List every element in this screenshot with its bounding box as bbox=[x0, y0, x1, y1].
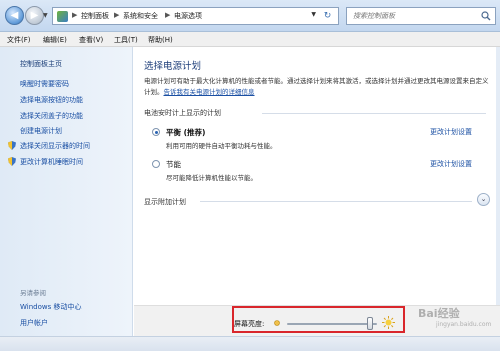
back-button[interactable]: ◀ bbox=[5, 6, 24, 25]
menu-view[interactable]: 查看(V) bbox=[79, 35, 103, 45]
shield-icon bbox=[8, 157, 16, 166]
search-box bbox=[346, 7, 496, 25]
search-input[interactable] bbox=[353, 10, 473, 22]
section-heading: 电池安时计上显示的计划 bbox=[144, 109, 221, 117]
plan-saver-change-settings-link[interactable]: 更改计划设置 bbox=[430, 159, 472, 169]
watermark: Bai经验 bbox=[418, 307, 460, 320]
menu-edit[interactable]: 编辑(E) bbox=[43, 35, 67, 45]
plan-saver-description: 尽可能降低计算机性能以节能。 bbox=[166, 174, 257, 182]
expand-chevron-icon[interactable]: ⌄ bbox=[477, 193, 490, 206]
sidebar-item-create-plan[interactable]: 创建电源计划 bbox=[20, 126, 62, 136]
menu-help[interactable]: 帮助(H) bbox=[148, 35, 173, 45]
highlight-annotation bbox=[232, 306, 405, 333]
sidebar-home-link[interactable]: 控制面板主页 bbox=[20, 59, 62, 69]
plan-balanced-name[interactable]: 平衡 (推荐) bbox=[166, 127, 205, 138]
address-bar: ◀ ▶ ▼ ▶ 控制面板 ▶ 系统和安全 ▶ 电源选项 ▼ ↻ bbox=[0, 0, 500, 32]
show-additional-plans-label[interactable]: 显示附加计划 bbox=[144, 197, 186, 207]
breadcrumb-separator-icon[interactable]: ▶ bbox=[165, 11, 170, 19]
sidebar-item-sleep-time[interactable]: 更改计算机睡眠时间 bbox=[20, 157, 83, 167]
divider bbox=[262, 113, 486, 114]
breadcrumb[interactable]: ▶ 控制面板 ▶ 系统和安全 ▶ 电源选项 ▼ ↻ bbox=[52, 7, 339, 25]
sidebar-item-power-button[interactable]: 选择电源按钮的功能 bbox=[20, 95, 83, 105]
see-also-heading: 另请参阅 bbox=[20, 289, 46, 297]
breadcrumb-power-options[interactable]: 电源选项 bbox=[174, 11, 202, 21]
menu-file[interactable]: 文件(F) bbox=[7, 35, 31, 45]
breadcrumb-separator-icon[interactable]: ▶ bbox=[72, 11, 77, 19]
shield-icon bbox=[8, 141, 16, 150]
control-panel-icon bbox=[57, 11, 68, 22]
forward-arrow-icon: ▶ bbox=[30, 10, 39, 21]
back-arrow-icon: ◀ bbox=[10, 10, 19, 21]
plan-saver-name[interactable]: 节能 bbox=[166, 159, 181, 170]
breadcrumb-system-security[interactable]: 系统和安全 bbox=[123, 11, 158, 21]
see-also-mobility-center[interactable]: Windows 移动中心 bbox=[20, 302, 81, 312]
divider bbox=[200, 201, 472, 202]
main-content: 选择电源计划 电源计划可有助于最大化计算机的性能或者节能。通过选择计划来将其激活… bbox=[134, 47, 500, 336]
refresh-icon[interactable]: ↻ bbox=[321, 10, 334, 23]
menu-bar: 文件(F) 编辑(E) 查看(V) 工具(T) 帮助(H) bbox=[0, 32, 500, 47]
watermark-url: jingyan.baidu.com bbox=[436, 321, 492, 328]
search-icon[interactable] bbox=[481, 11, 491, 21]
sidebar-item-lid-close[interactable]: 选择关闭盖子的功能 bbox=[20, 111, 83, 121]
window-border bbox=[496, 47, 500, 336]
see-also-user-accounts[interactable]: 用户帐户 bbox=[20, 318, 48, 328]
sidebar: 控制面板主页 唤醒时需要密码 选择电源按钮的功能 选择关闭盖子的功能 创建电源计… bbox=[0, 47, 133, 336]
forward-button[interactable]: ▶ bbox=[25, 6, 44, 25]
sidebar-item-wake-password[interactable]: 唤醒时需要密码 bbox=[20, 79, 69, 89]
sidebar-item-display-off-time[interactable]: 选择关闭显示器的时间 bbox=[20, 141, 90, 151]
status-strip bbox=[0, 336, 500, 351]
address-dropdown-icon[interactable]: ▼ bbox=[311, 11, 316, 18]
power-plan-info-link[interactable]: 告诉我有关电源计划的详细信息 bbox=[164, 88, 255, 96]
menu-tools[interactable]: 工具(T) bbox=[114, 35, 138, 45]
plan-balanced-radio[interactable] bbox=[152, 128, 160, 136]
page-description: 电源计划可有助于最大化计算机的性能或者节能。通过选择计划来将其激活，或选择计划并… bbox=[144, 76, 494, 98]
plan-balanced-change-settings-link[interactable]: 更改计划设置 bbox=[430, 127, 472, 137]
breadcrumb-control-panel[interactable]: 控制面板 bbox=[81, 11, 109, 21]
recent-pages-dropdown-icon[interactable]: ▼ bbox=[43, 12, 48, 19]
plan-balanced-description: 利用可用的硬件自动平衡功耗与性能。 bbox=[166, 142, 277, 150]
breadcrumb-separator-icon[interactable]: ▶ bbox=[114, 11, 119, 19]
plan-saver-radio[interactable] bbox=[152, 160, 160, 168]
page-title: 选择电源计划 bbox=[144, 61, 202, 72]
